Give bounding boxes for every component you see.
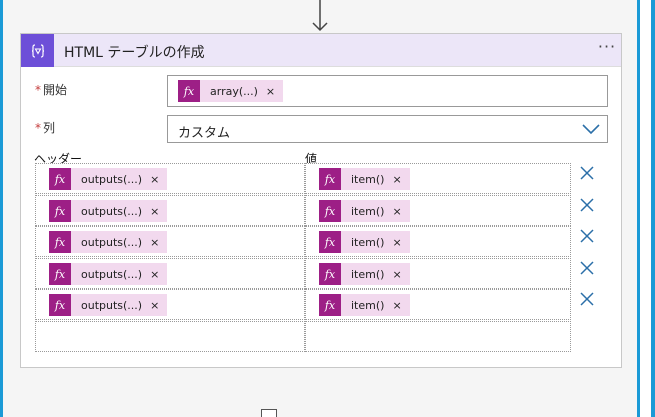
token-label: outputs(...) (81, 267, 143, 281)
fx-icon: fx (49, 231, 71, 253)
canvas-border-right (651, 0, 655, 417)
header-cell[interactable]: fx outputs(...) × (35, 226, 305, 257)
expression-token[interactable]: fx outputs(...) × (49, 168, 168, 190)
fx-icon: fx (319, 231, 341, 253)
value-cell[interactable]: fx item() × (305, 195, 571, 226)
expression-token[interactable]: fx outputs(...) × (49, 294, 168, 316)
token-label: item() (351, 235, 385, 249)
token-label: outputs(...) (81, 172, 143, 186)
expression-token[interactable]: fx outputs(...) × (49, 200, 168, 222)
action-header[interactable]: HTML テーブルの作成 ··· (21, 34, 621, 67)
table-action-icon (21, 34, 54, 67)
token-label: item() (351, 172, 385, 186)
token-remove-icon[interactable]: × (150, 299, 159, 312)
action-title[interactable]: HTML テーブルの作成 (64, 42, 205, 62)
fx-icon: fx (49, 168, 71, 190)
flow-arrow-icon (312, 0, 328, 32)
header-cell[interactable] (35, 321, 305, 352)
html-table-action-card: HTML テーブルの作成 ··· * 開始 fx array(...) × * 列 … (20, 33, 622, 368)
fx-icon: fx (319, 200, 341, 222)
columns-selected-value: カスタム (178, 126, 231, 141)
token-label: item() (351, 267, 385, 281)
token-remove-icon[interactable]: × (150, 236, 159, 249)
token-remove-icon[interactable]: × (150, 268, 159, 281)
delete-row-icon[interactable] (579, 228, 595, 244)
token-label: outputs(...) (81, 204, 143, 218)
required-mark: * (35, 121, 41, 135)
value-cell[interactable]: fx item() × (305, 289, 571, 320)
required-mark: * (35, 83, 41, 97)
value-cell[interactable]: fx item() × (305, 226, 571, 257)
token-label: outputs(...) (81, 235, 143, 249)
fx-icon: fx (178, 80, 200, 102)
token-label: item() (351, 204, 385, 218)
columns-dropdown[interactable]: カスタム (167, 115, 608, 143)
start-input[interactable]: fx array(...) × (167, 75, 608, 107)
delete-row-icon[interactable] (579, 197, 595, 213)
more-options-icon[interactable]: ··· (597, 39, 617, 59)
header-cell[interactable]: fx outputs(...) × (35, 195, 305, 226)
fx-icon: fx (319, 294, 341, 316)
chevron-down-icon[interactable] (582, 123, 600, 135)
token-remove-icon[interactable]: × (266, 85, 275, 98)
canvas-border-left (0, 0, 3, 417)
expression-token[interactable]: fx item() × (319, 200, 410, 222)
token-remove-icon[interactable]: × (150, 173, 159, 186)
expression-token[interactable]: fx item() × (319, 168, 410, 190)
delete-row-icon[interactable] (579, 291, 595, 307)
header-cell[interactable]: fx outputs(...) × (35, 163, 305, 194)
delete-row-icon[interactable] (579, 260, 595, 276)
expression-token[interactable]: fx array(...) × (178, 80, 284, 102)
start-field-label: * 開始 (35, 81, 67, 98)
token-remove-icon[interactable]: × (392, 236, 401, 249)
value-cell[interactable] (305, 321, 571, 352)
token-remove-icon[interactable]: × (392, 205, 401, 218)
fx-icon: fx (49, 294, 71, 316)
columns-field-label: * 列 (35, 119, 55, 136)
header-cell[interactable]: fx outputs(...) × (35, 258, 305, 289)
fx-icon: fx (319, 168, 341, 190)
expression-token[interactable]: fx item() × (319, 294, 410, 316)
token-remove-icon[interactable]: × (392, 299, 401, 312)
value-cell[interactable]: fx item() × (305, 258, 571, 289)
token-label: array(...) (210, 84, 258, 98)
header-cell[interactable]: fx outputs(...) × (35, 289, 305, 320)
token-label: item() (351, 298, 385, 312)
token-remove-icon[interactable]: × (150, 205, 159, 218)
fx-icon: fx (49, 263, 71, 285)
token-remove-icon[interactable]: × (392, 268, 401, 281)
expression-token[interactable]: fx outputs(...) × (49, 263, 168, 285)
token-remove-icon[interactable]: × (392, 173, 401, 186)
expression-token[interactable]: fx item() × (319, 231, 410, 253)
add-step-connector[interactable] (261, 409, 277, 417)
delete-row-icon[interactable] (579, 165, 595, 181)
token-label: outputs(...) (81, 298, 143, 312)
fx-icon: fx (319, 263, 341, 285)
columns-label-text: 列 (43, 121, 56, 135)
start-label-text: 開始 (43, 83, 68, 97)
custom-columns-table: fx outputs(...) × fx item() × fx outputs(...) × f… (35, 163, 594, 352)
expression-token[interactable]: fx outputs(...) × (49, 231, 168, 253)
value-cell[interactable]: fx item() × (305, 163, 571, 194)
fx-icon: fx (49, 200, 71, 222)
expression-token[interactable]: fx item() × (319, 263, 410, 285)
